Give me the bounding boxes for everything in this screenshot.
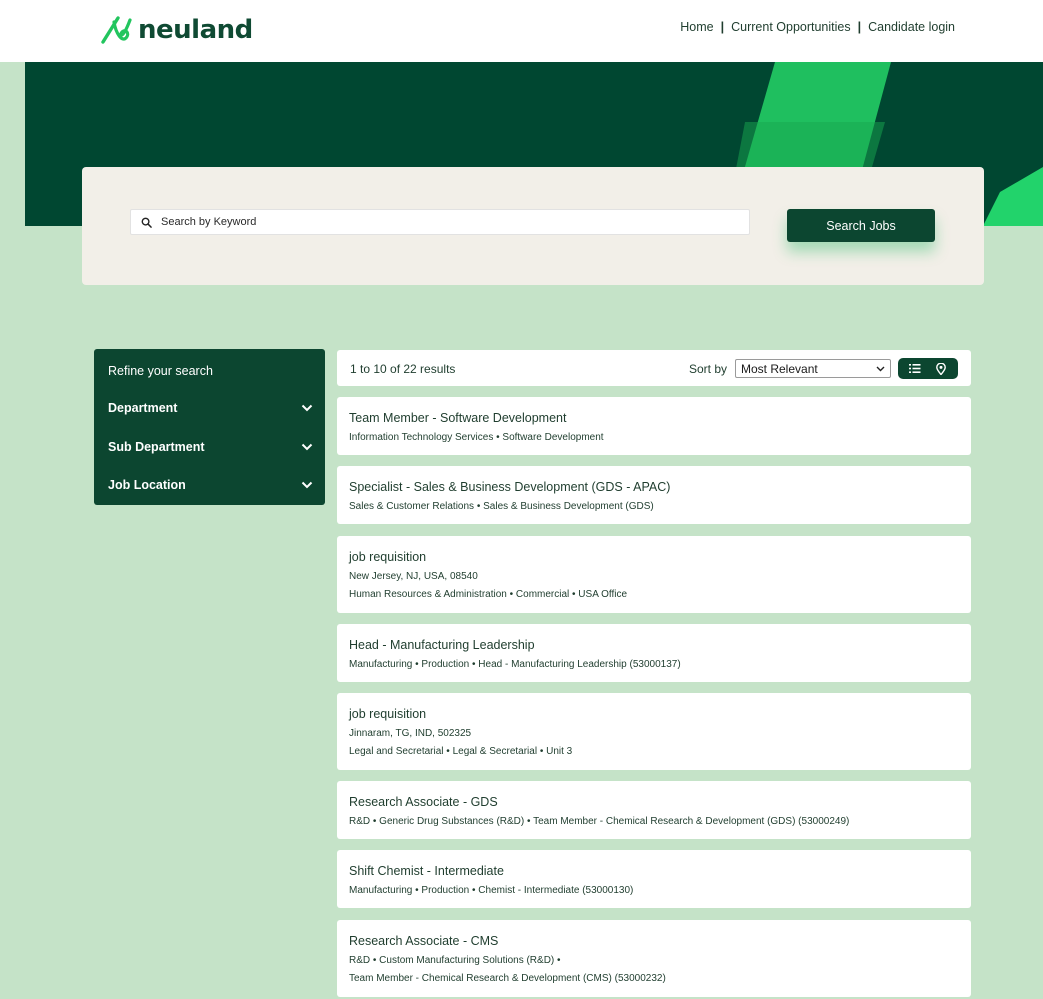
job-location: New Jersey, NJ, USA, 08540 [349,571,478,582]
top-navigation: Home | Current Opportunities | Candidate… [680,20,955,34]
filter-sub-department[interactable]: Sub Department [108,437,313,457]
job-title[interactable]: Specialist - Sales & Business Developmen… [349,480,670,494]
sort-label: Sort by [689,362,728,376]
sort-selected-value: Most Relevant [741,361,818,376]
nav-home-link[interactable]: Home [680,20,713,34]
logo-text: neuland [138,15,253,45]
job-title[interactable]: job requisition [349,707,426,721]
job-title[interactable]: Research Associate - GDS [349,795,498,809]
job-title[interactable]: Team Member - Software Development [349,411,566,425]
job-card[interactable]: Shift Chemist - Intermediate Manufacturi… [337,850,971,908]
job-card[interactable]: Specialist - Sales & Business Developmen… [337,466,971,524]
job-card[interactable]: Head - Manufacturing Leadership Manufact… [337,624,971,682]
search-icon [131,217,161,228]
job-meta: Human Resources & Administration • Comme… [349,589,628,600]
site-header: neuland Home | Current Opportunities | C… [0,0,1043,62]
search-jobs-button[interactable]: Search Jobs [787,209,935,242]
keyword-search-input[interactable] [161,216,749,228]
results-toolbar: 1 to 10 of 22 results Sort by Most Relev… [337,350,971,386]
search-panel: Search Jobs [82,167,984,285]
list-view-icon[interactable] [904,360,926,377]
filter-label: Department [108,401,178,415]
job-location: Jinnaram, TG, IND, 502325 [349,728,472,739]
chevron-down-icon [301,443,313,451]
nav-candidate-login-link[interactable]: Candidate login [868,20,955,34]
filter-department[interactable]: Department [108,398,313,418]
job-title[interactable]: Shift Chemist - Intermediate [349,864,504,878]
sort-select[interactable]: Most Relevant [735,359,891,378]
job-meta: R&D • Generic Drug Substances (R&D) • Te… [349,816,850,827]
filter-label: Job Location [108,478,186,492]
job-card[interactable]: Team Member - Software Development Infor… [337,397,971,455]
nav-current-opportunities-link[interactable]: Current Opportunities [731,20,851,34]
job-meta: Legal and Secretarial • Legal & Secretar… [349,746,573,757]
job-title[interactable]: Head - Manufacturing Leadership [349,638,535,652]
job-card[interactable]: Research Associate - CMS R&D • Custom Ma… [337,920,971,997]
job-card[interactable]: Research Associate - GDS R&D • Generic D… [337,781,971,839]
job-meta: Manufacturing • Production • Head - Manu… [349,659,681,670]
refine-search-sidebar: Refine your search Department Sub Depart… [94,349,325,505]
sidebar-title: Refine your search [108,364,213,378]
filter-job-location[interactable]: Job Location [108,475,313,495]
job-card[interactable]: job requisition New Jersey, NJ, USA, 085… [337,536,971,613]
keyword-search-box[interactable] [130,209,750,235]
job-meta: Manufacturing • Production • Chemist - I… [349,885,634,896]
job-title[interactable]: job requisition [349,550,426,564]
job-meta: Team Member - Chemical Research & Develo… [349,973,666,984]
job-meta: R&D • Custom Manufacturing Solutions (R&… [349,955,561,966]
neuland-logo-icon [101,16,132,44]
nav-separator: | [857,20,862,34]
chevron-down-icon [876,366,885,371]
job-meta: Information Technology Services • Softwa… [349,432,604,443]
job-card[interactable]: job requisition Jinnaram, TG, IND, 50232… [337,693,971,770]
job-title[interactable]: Research Associate - CMS [349,934,498,948]
map-pin-icon[interactable] [930,360,952,377]
neuland-logo[interactable]: neuland [100,12,253,48]
job-meta: Sales & Customer Relations • Sales & Bus… [349,501,654,512]
chevron-down-icon [301,481,313,489]
results-count: 1 to 10 of 22 results [350,362,456,376]
nav-separator: | [720,20,725,34]
filter-label: Sub Department [108,440,205,454]
chevron-down-icon [301,404,313,412]
view-toggle [898,358,958,379]
